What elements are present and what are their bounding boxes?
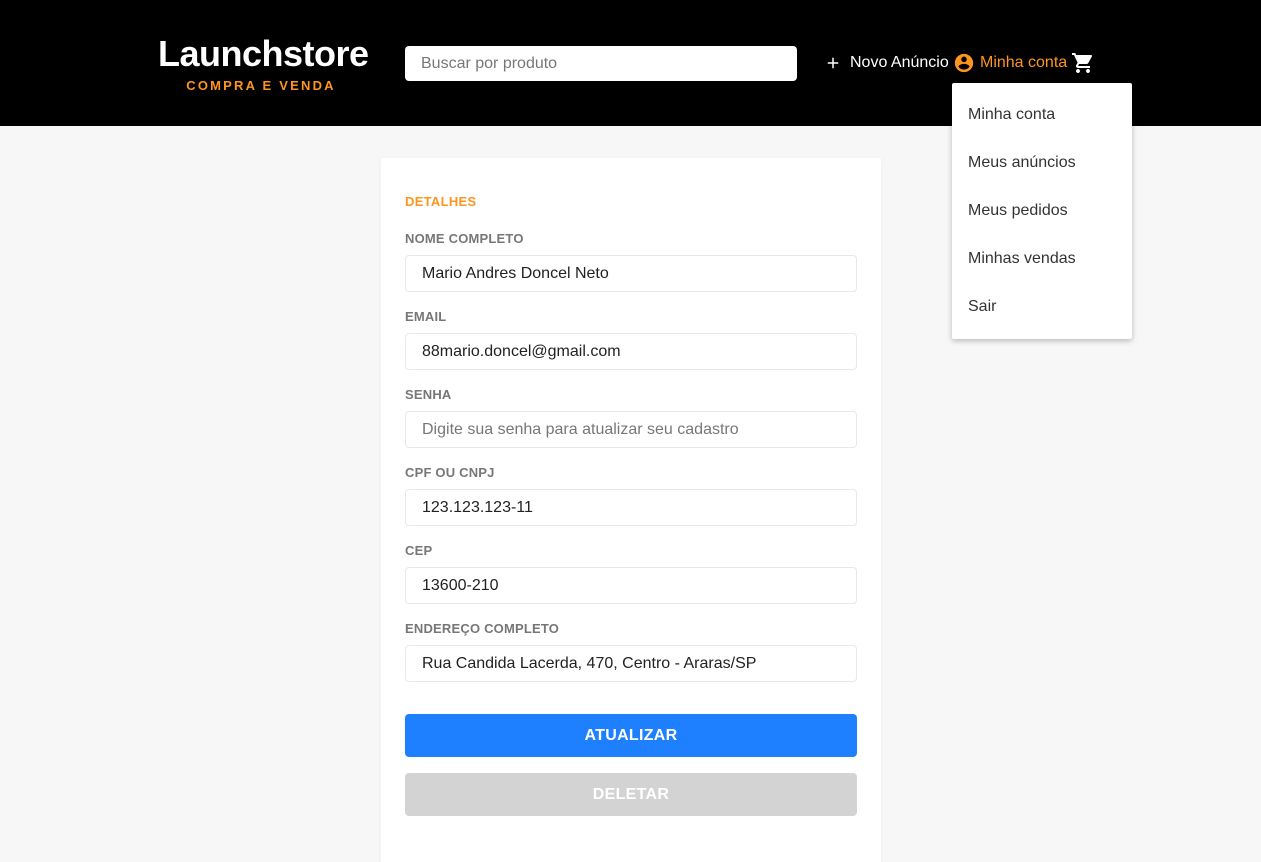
logo-title: Launchstore bbox=[158, 33, 369, 74]
new-ad-link[interactable]: Novo Anúncio bbox=[824, 52, 949, 74]
cep-label: CEP bbox=[405, 543, 433, 558]
password-label: SENHA bbox=[405, 387, 452, 402]
account-circle-icon bbox=[954, 53, 974, 73]
menu-item-my-ads[interactable]: Meus anúncios bbox=[952, 139, 1132, 187]
new-ad-label: Novo Anúncio bbox=[850, 54, 949, 71]
menu-item-my-sales[interactable]: Minhas vendas bbox=[952, 235, 1132, 283]
delete-button[interactable]: DELETAR bbox=[405, 773, 857, 816]
section-title: DETALHES bbox=[405, 194, 477, 209]
account-label: Minha conta bbox=[980, 54, 1068, 71]
logo-subtitle: COMPRA E VENDA bbox=[186, 78, 336, 93]
search-input[interactable] bbox=[405, 46, 797, 81]
email-field[interactable] bbox=[405, 333, 857, 370]
name-label: NOME COMPLETO bbox=[405, 231, 524, 246]
logo[interactable]: Launchstore COMPRA E VENDA bbox=[158, 33, 369, 94]
menu-item-my-orders[interactable]: Meus pedidos bbox=[952, 187, 1132, 235]
menu-item-my-account[interactable]: Minha conta bbox=[952, 91, 1132, 139]
address-field[interactable] bbox=[405, 645, 857, 682]
cart-button[interactable] bbox=[1071, 51, 1095, 75]
menu-item-logout[interactable]: Sair bbox=[952, 283, 1132, 331]
update-button[interactable]: ATUALIZAR bbox=[405, 714, 857, 757]
cpf-cnpj-label: CPF OU CNPJ bbox=[405, 465, 495, 480]
cpf-cnpj-field[interactable] bbox=[405, 489, 857, 526]
name-field[interactable] bbox=[405, 255, 857, 292]
shopping-cart-icon bbox=[1072, 53, 1093, 73]
profile-form-card: DETALHES NOME COMPLETO EMAIL SENHA CPF O… bbox=[381, 158, 881, 862]
account-menu-trigger[interactable]: Minha conta bbox=[953, 52, 1067, 74]
password-field[interactable] bbox=[405, 411, 857, 448]
address-label: ENDEREÇO COMPLETO bbox=[405, 621, 560, 636]
account-dropdown-menu: Minha conta Meus anúncios Meus pedidos M… bbox=[952, 83, 1132, 339]
email-label: EMAIL bbox=[405, 309, 447, 324]
cep-field[interactable] bbox=[405, 567, 857, 604]
plus-icon bbox=[827, 57, 839, 69]
